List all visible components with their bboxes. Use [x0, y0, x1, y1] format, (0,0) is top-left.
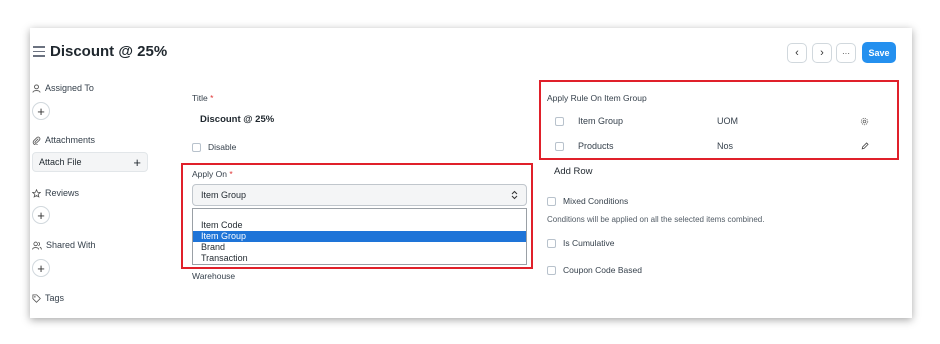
assigned-to-heading: Assigned To [32, 83, 94, 93]
option-item-group[interactable]: Item Group [193, 231, 526, 242]
rule-table-title: Apply Rule On Item Group [547, 93, 647, 103]
plus-icon: + [37, 260, 45, 276]
shared-with-heading: Shared With [32, 240, 96, 250]
disable-label: Disable [208, 142, 237, 152]
coupon-code-based-checkbox[interactable] [547, 265, 556, 275]
title-field-label: Title * [192, 93, 213, 103]
plus-icon: + [133, 154, 141, 170]
chevron-right-icon: › [820, 47, 824, 59]
mixed-conditions-hint: Conditions will be applied on all the se… [547, 215, 765, 224]
edit-icon[interactable] [861, 142, 869, 150]
chevron-left-icon: ‹ [795, 47, 799, 59]
paperclip-icon [32, 136, 41, 145]
tag-icon [32, 293, 41, 303]
add-row-button[interactable]: Add Row [554, 166, 593, 177]
reviews-label: Reviews [45, 188, 80, 198]
star-icon [32, 188, 41, 198]
disable-checkbox[interactable] [192, 142, 201, 152]
more-button[interactable]: ··· [836, 43, 856, 63]
next-button[interactable]: › [812, 43, 832, 63]
settings-icon[interactable] [860, 117, 869, 126]
plus-icon: + [37, 207, 45, 223]
attach-file-button[interactable]: Attach File + [32, 152, 148, 172]
is-cumulative-row[interactable]: Is Cumulative [547, 238, 615, 248]
disable-checkbox-row[interactable]: Disable [192, 142, 236, 152]
add-assignee-button[interactable]: + [32, 102, 50, 120]
tags-heading: Tags [32, 293, 64, 303]
row-checkbox[interactable] [555, 141, 564, 151]
menu-icon[interactable] [33, 46, 45, 57]
mixed-conditions-checkbox[interactable] [547, 196, 556, 206]
coupon-code-based-label: Coupon Code Based [563, 265, 642, 275]
required-mark: * [210, 93, 214, 103]
option-transaction[interactable]: Transaction [193, 253, 526, 264]
uom-column-header: UOM [717, 116, 738, 126]
is-cumulative-label: Is Cumulative [563, 238, 615, 248]
apply-on-label: Apply On * [192, 169, 233, 179]
coupon-code-based-row[interactable]: Coupon Code Based [547, 265, 642, 275]
select-all-checkbox[interactable] [555, 116, 564, 126]
chevron-updown-icon [511, 190, 518, 200]
is-cumulative-checkbox[interactable] [547, 238, 556, 248]
add-review-button[interactable]: + [32, 206, 50, 224]
prev-button[interactable]: ‹ [787, 43, 807, 63]
attachments-label: Attachments [45, 135, 96, 145]
apply-on-dropdown: Item Code Item Group Brand Transaction [192, 208, 527, 265]
page-title: Discount @ 25% [50, 43, 168, 60]
option-brand[interactable]: Brand [193, 242, 526, 253]
more-icon: ··· [842, 48, 850, 58]
apply-on-value: Item Group [201, 190, 247, 200]
user-icon [32, 83, 41, 93]
save-button[interactable]: Save [862, 42, 896, 63]
attach-file-label: Attach File [39, 157, 82, 167]
item-group-column-header: Item Group [578, 116, 624, 126]
mixed-conditions-label: Mixed Conditions [563, 196, 629, 206]
plus-icon: + [37, 103, 45, 119]
row-uom[interactable]: Nos [717, 141, 733, 151]
warehouse-label: Warehouse [192, 271, 236, 281]
option-item-code[interactable]: Item Code [193, 220, 526, 231]
title-label-text: Title [192, 93, 208, 103]
table-row[interactable]: Products Nos [555, 140, 875, 152]
rule-table-header: Item Group UOM [555, 115, 875, 127]
required-mark: * [229, 169, 233, 179]
add-share-button[interactable]: + [32, 259, 50, 277]
shared-with-label: Shared With [46, 240, 96, 250]
attachments-heading: Attachments [32, 135, 95, 145]
apply-on-select[interactable]: Item Group [192, 184, 527, 206]
mixed-conditions-row[interactable]: Mixed Conditions [547, 196, 628, 206]
users-icon [32, 241, 42, 250]
form-window: Discount @ 25% ‹ › ··· Save Assigned To … [30, 28, 912, 318]
apply-on-label-text: Apply On [192, 169, 227, 179]
reviews-heading: Reviews [32, 188, 79, 198]
title-field[interactable]: Discount @ 25% [200, 114, 274, 125]
assigned-to-label: Assigned To [45, 83, 94, 93]
tags-label: Tags [45, 293, 65, 303]
row-item-group[interactable]: Products [578, 141, 614, 151]
